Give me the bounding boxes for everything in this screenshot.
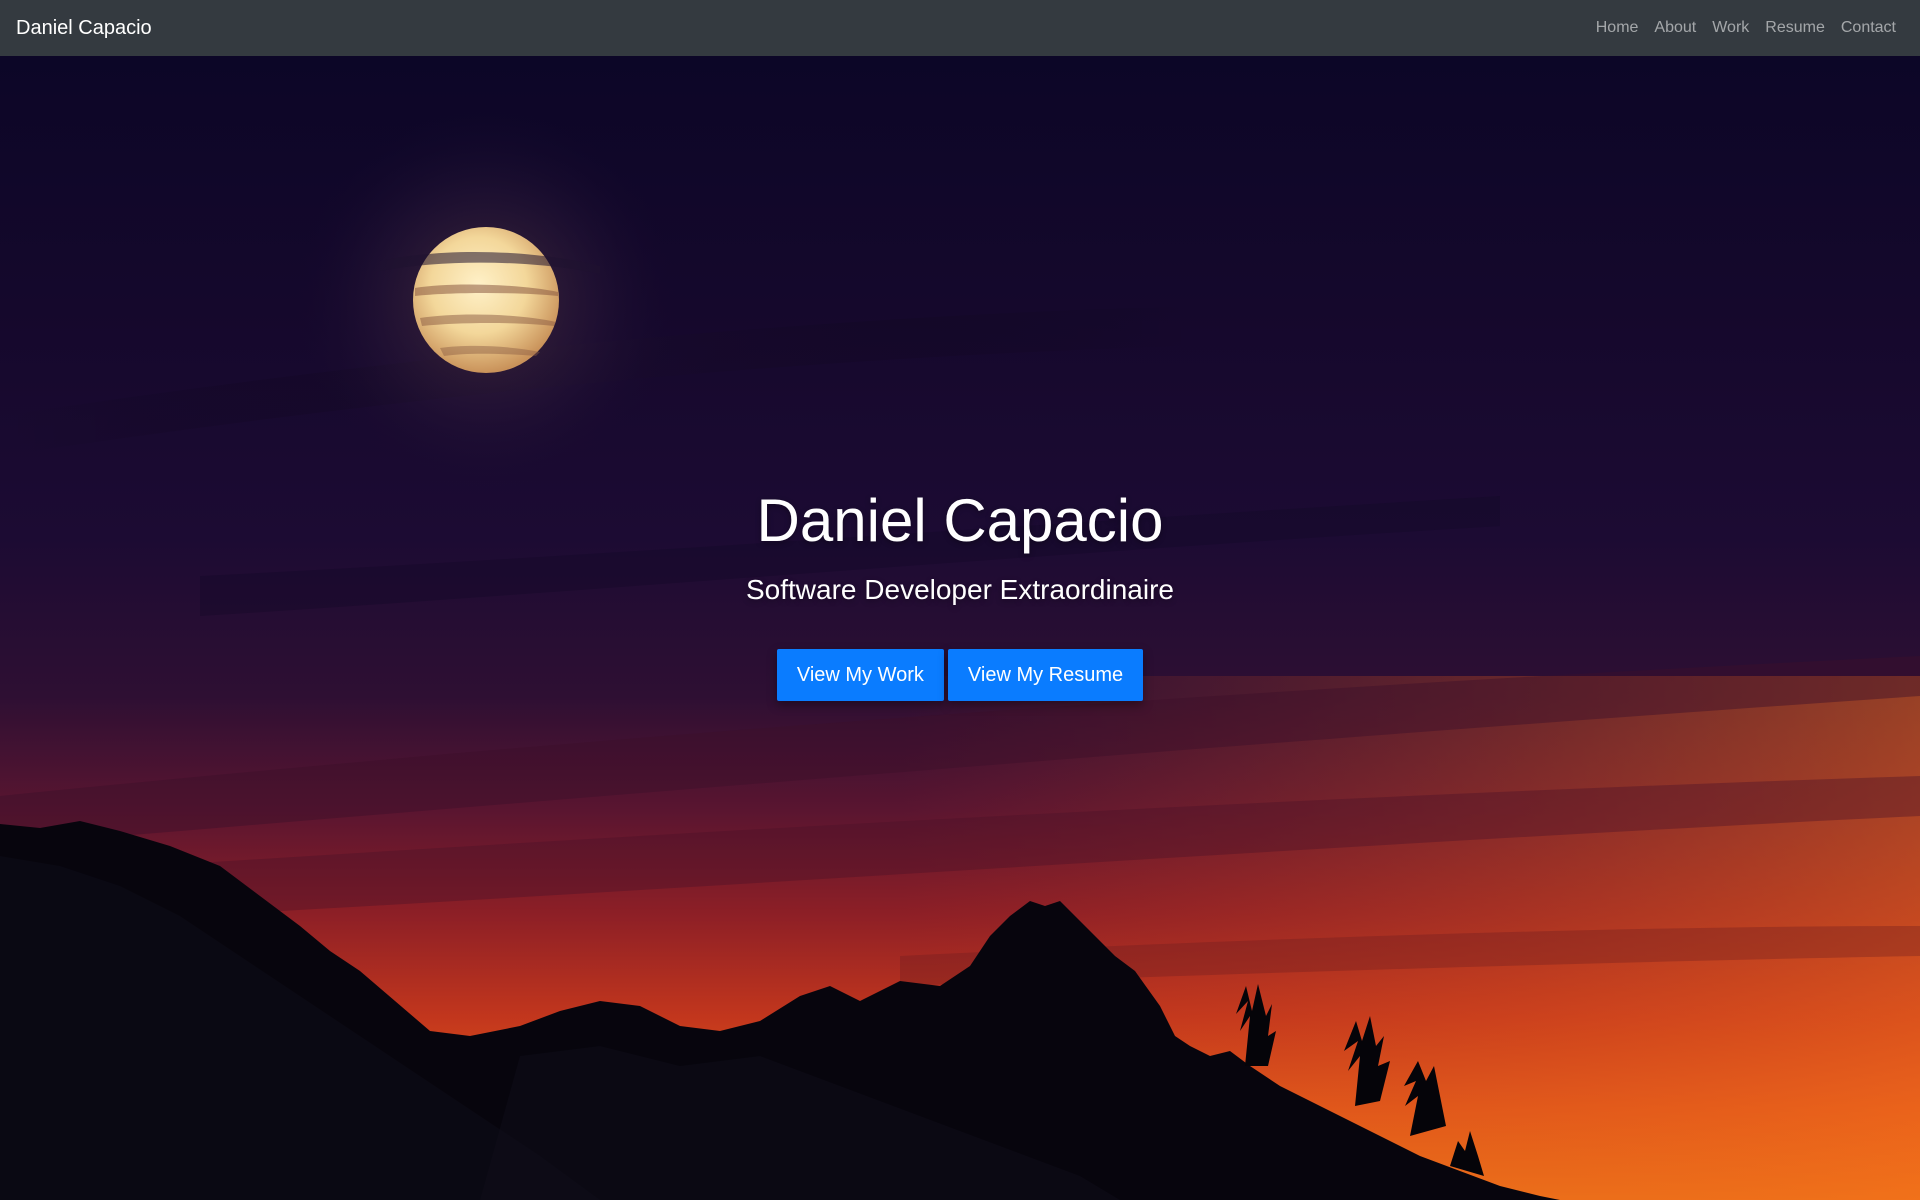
hero-buttons: View My Work View My Resume (0, 649, 1920, 701)
page: Daniel Capacio Home About Work Resume Co… (0, 0, 1920, 1200)
nav-links: Home About Work Resume Contact (1588, 19, 1896, 37)
nav-link-home[interactable]: Home (1588, 19, 1647, 37)
brand-link[interactable]: Daniel Capacio (16, 17, 152, 40)
view-my-work-button[interactable]: View My Work (776, 649, 944, 701)
hero-subtitle: Software Developer Extraordinaire (746, 574, 1174, 605)
hero-content: Daniel Capacio Software Developer Extrao… (0, 56, 1920, 1200)
nav-link-about[interactable]: About (1646, 19, 1704, 37)
hero-title: Daniel Capacio (756, 487, 1164, 554)
navbar: Daniel Capacio Home About Work Resume Co… (0, 0, 1920, 56)
nav-link-contact[interactable]: Contact (1833, 19, 1896, 37)
view-my-resume-button[interactable]: View My Resume (947, 649, 1144, 701)
nav-link-resume[interactable]: Resume (1757, 19, 1833, 37)
nav-link-work[interactable]: Work (1704, 19, 1757, 37)
hero-section: Daniel Capacio Software Developer Extrao… (0, 56, 1920, 1200)
